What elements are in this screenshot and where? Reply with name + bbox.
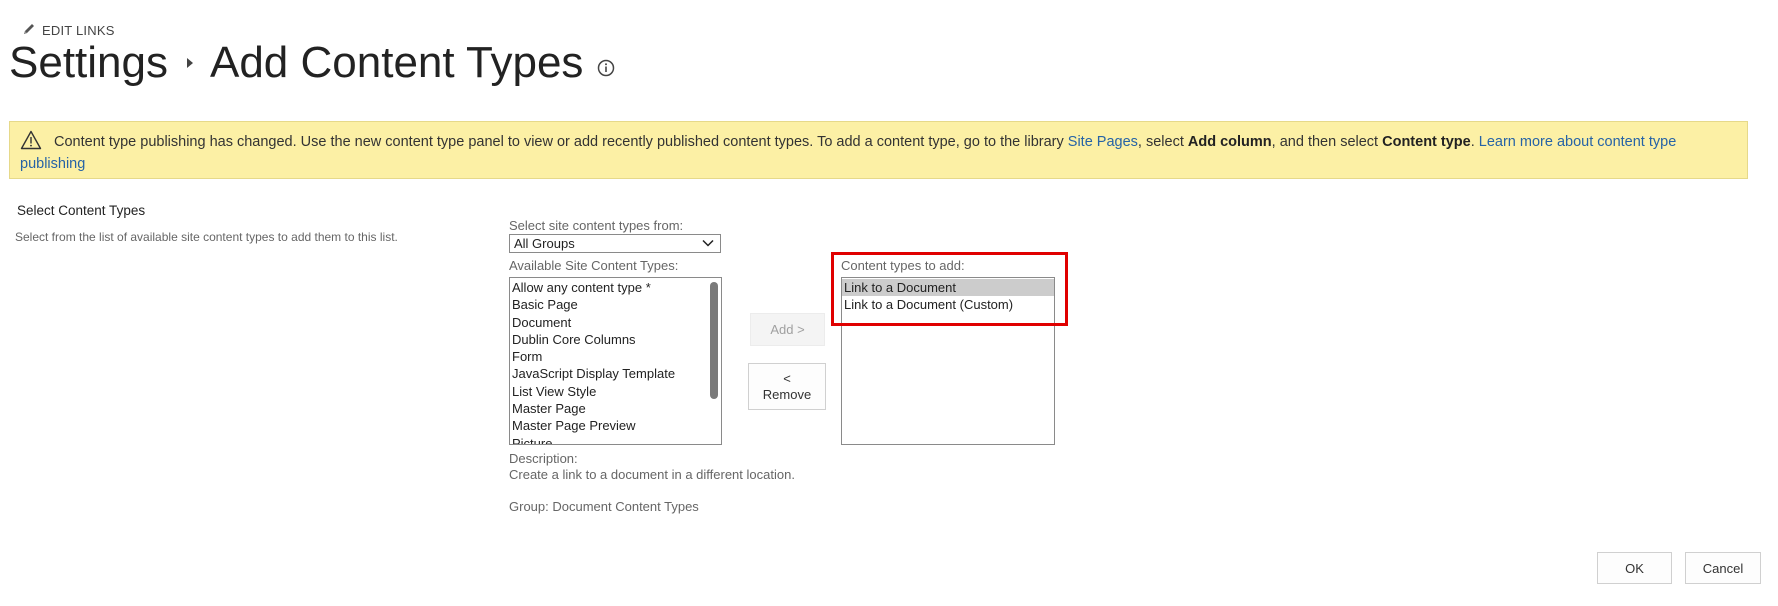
available-types-listbox[interactable]: Allow any content type * Basic Page Docume… [509,277,722,445]
list-item[interactable]: Master Page [510,400,721,417]
info-icon[interactable] [597,59,615,77]
available-types-options: Allow any content type * Basic Page Docume… [510,278,721,444]
site-pages-link[interactable]: Site Pages [1068,134,1138,150]
remove-label: Remove [762,386,812,402]
list-item[interactable]: Link to a Document (Custom) [842,296,1054,313]
to-add-label: Content types to add: [841,258,965,273]
description-label: Description: [509,451,578,466]
group-select-value: All Groups [514,236,575,251]
banner-message: Content type publishing has changed. Use… [20,131,1717,175]
pencil-icon [22,22,36,39]
available-types-label: Available Site Content Types: [509,258,679,273]
breadcrumb-settings-link[interactable]: Settings [9,38,168,88]
list-item[interactable]: Picture [510,435,721,444]
group-select[interactable]: All Groups [509,234,721,253]
page-title: Add Content Types [209,38,584,87]
breadcrumb-separator-icon [186,57,194,69]
to-add-options: Link to a Document Link to a Document (Cu… [842,278,1054,314]
description-text: Create a link to a document in a differe… [509,467,795,482]
list-item[interactable]: List View Style [510,383,721,400]
list-item[interactable]: Allow any content type * [510,279,721,296]
add-button[interactable]: Add > [750,313,825,346]
group-text: Group: Document Content Types [509,499,699,514]
list-item[interactable]: JavaScript Display Template [510,365,721,382]
list-item[interactable]: Form [510,348,721,365]
banner-text: . [1470,134,1479,150]
add-column-bold: Add column [1187,134,1272,150]
notification-banner: Content type publishing has changed. Use… [9,121,1748,179]
group-select-label: Select site content types from: [509,218,684,233]
list-item[interactable]: Document [510,314,721,331]
cancel-button[interactable]: Cancel [1685,552,1761,584]
list-item[interactable]: Basic Page [510,296,721,313]
remove-button[interactable]: < Remove [748,363,826,410]
section-description: Select from the list of available site c… [15,230,398,244]
chevron-down-icon [702,239,714,247]
section-title: Select Content Types [17,203,146,218]
edit-links-label: EDIT LINKS [42,23,115,38]
banner-text: , and then select [1271,134,1383,150]
scrollbar-thumb[interactable] [710,282,718,399]
list-item[interactable]: Dublin Core Columns [510,331,721,348]
remove-arrow: < [783,370,791,386]
edit-links-button[interactable]: EDIT LINKS [22,22,115,39]
page: EDIT LINKS Settings Add Content Types Co… [0,0,1778,606]
ok-button[interactable]: OK [1597,552,1672,584]
to-add-listbox[interactable]: Link to a Document Link to a Document (Cu… [841,277,1055,445]
breadcrumb: Settings Add Content Types [9,38,615,88]
banner-text: , select [1137,134,1188,150]
list-item[interactable]: Master Page Preview [510,417,721,434]
list-item[interactable]: Link to a Document [842,279,1054,297]
content-type-bold: Content type [1382,134,1471,150]
banner-text: Content type publishing has changed. Use… [54,134,1068,150]
